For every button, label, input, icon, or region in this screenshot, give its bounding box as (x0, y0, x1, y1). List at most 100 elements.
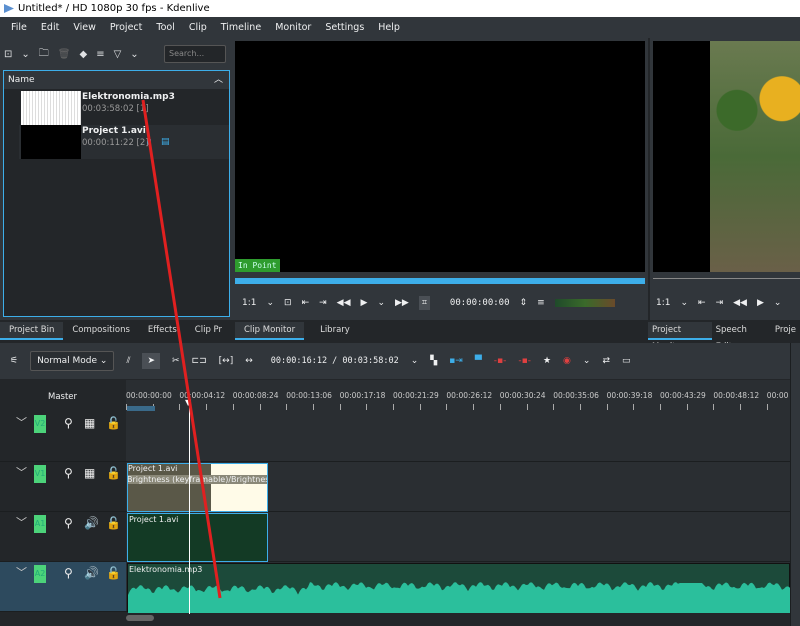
zoom-select[interactable]: 1:1 (242, 298, 256, 308)
menu-file[interactable]: File (11, 22, 27, 33)
effects-icon[interactable]: ⚲ (64, 516, 73, 530)
chevron-down-icon[interactable]: ⌄ (21, 49, 29, 60)
record-icon[interactable]: ◉ (563, 356, 571, 366)
set-out-icon[interactable]: ⇥ (319, 298, 327, 308)
overwrite-icon[interactable]: ▀ (475, 356, 482, 366)
film-icon[interactable]: ▦ (84, 416, 95, 430)
menu-project[interactable]: Project (110, 22, 143, 33)
collapse-icon[interactable]: ﹀ (16, 464, 27, 480)
v1-clip[interactable]: Project 1.avi Brightness (keyframable)/B… (127, 463, 268, 512)
lift-icon[interactable]: -▪- (494, 356, 507, 366)
mixer-icon[interactable]: ⇄ (602, 356, 610, 366)
track-settings-icon[interactable]: ⚟ (10, 356, 18, 366)
razor-icon[interactable]: ✂ (172, 356, 180, 366)
collapse-icon[interactable]: ﹀ (16, 564, 27, 580)
menu-clip[interactable]: Clip (189, 22, 207, 33)
collapse-icon[interactable]: ﹀ (16, 514, 27, 530)
effects-icon[interactable]: ⚲ (64, 566, 73, 580)
chevron-down-icon[interactable]: ⌄ (377, 298, 385, 308)
add-clip-icon[interactable]: ⊡ (4, 49, 12, 60)
panel-icon[interactable]: ▭ (622, 356, 631, 366)
search-input[interactable]: Search... (164, 45, 226, 63)
bin-item[interactable]: Project 1.avi 00:00:11:22 [2] ◖ ▤ (19, 125, 229, 159)
menu-timeline[interactable]: Timeline (221, 22, 261, 33)
tab-project-notes[interactable]: Proje (771, 322, 800, 340)
master-label[interactable]: Master (48, 392, 77, 402)
menu-help[interactable]: Help (378, 22, 400, 33)
lock-icon[interactable]: 🔓 (106, 466, 121, 480)
delete-icon[interactable]: 🗑 (58, 49, 71, 60)
ripple-icon[interactable]: [↔] (219, 356, 234, 366)
set-in-icon[interactable]: ⇤ (302, 298, 310, 308)
menu-view[interactable]: View (73, 22, 96, 33)
speaker-icon[interactable]: 🔊 (84, 516, 99, 530)
crop-icon[interactable]: ⌗ (418, 296, 430, 310)
insert-icon[interactable]: ▪⇥ (449, 356, 463, 366)
tab-project-bin[interactable]: Project Bin (0, 322, 64, 340)
tab-speech-editor[interactable]: Speech Editor (712, 322, 771, 352)
add-folder-icon[interactable]: 🗀 (39, 46, 49, 63)
project-seek-bar[interactable] (653, 278, 800, 284)
set-in-icon[interactable]: ⇤ (698, 298, 706, 308)
effects-icon[interactable]: ⚲ (64, 466, 73, 480)
chevron-down-icon[interactable]: ⌄ (583, 356, 591, 366)
playhead[interactable] (189, 400, 190, 614)
horizontal-scrollbar[interactable] (126, 615, 154, 621)
timeline-ruler[interactable]: 00:00:00:00 00:00:04:12 00:00:08:24 00:00:1… (126, 380, 795, 412)
track-header-a1[interactable]: ﹀ A1 ⚲ 🔊 🔓 (0, 512, 126, 562)
tab-project-monitor[interactable]: Project Monitor (648, 322, 712, 352)
list-icon[interactable]: ≡ (96, 49, 104, 60)
zoom-select[interactable]: 1:1 (656, 298, 670, 308)
razor-multi-icon[interactable]: ⫽ (126, 356, 130, 366)
tab-clip-properties[interactable]: Clip Pr (186, 322, 231, 340)
menu-icon[interactable]: ≡ (537, 298, 545, 308)
filter-icon[interactable]: ▽ (114, 49, 122, 60)
play-icon[interactable]: ▶ (361, 298, 368, 308)
tab-compositions[interactable]: Compositions (63, 322, 139, 340)
lock-icon[interactable]: 🔓 (106, 566, 121, 580)
chevron-down-icon[interactable]: ⌄ (266, 298, 274, 308)
lock-icon[interactable]: 🔓 (106, 416, 121, 430)
rewind-icon[interactable]: ◀◀ (337, 298, 351, 308)
speaker-icon[interactable]: 🔊 (84, 566, 99, 580)
menu-edit[interactable]: Edit (41, 22, 59, 33)
track-lane-v2[interactable] (126, 412, 790, 462)
slip-icon[interactable]: ↔ (245, 356, 253, 366)
track-header-a2[interactable]: ﹀ A2 ⚲ 🔊 🔓 (0, 562, 126, 612)
effects-icon[interactable]: ⚲ (64, 416, 73, 430)
chevron-down-icon[interactable]: ⌄ (411, 356, 419, 366)
forward-icon[interactable]: ▶▶ (395, 298, 409, 308)
tab-effects[interactable]: Effects (139, 322, 186, 340)
zone-bar[interactable] (127, 406, 155, 411)
track-header-v2[interactable]: ﹀ V2 ⚲ ▦ 🔓 (0, 412, 126, 462)
collapse-icon[interactable]: ﹀ (16, 414, 27, 430)
track-header-v1[interactable]: ﹀ V1 ⚲ ▦ 🔓 (0, 462, 126, 512)
extract-icon[interactable]: -▪- (518, 356, 531, 366)
lock-icon[interactable]: 🔓 (106, 516, 121, 530)
chevron-down-icon[interactable]: ⌄ (680, 298, 688, 308)
menu-settings[interactable]: Settings (325, 22, 364, 33)
chevron-down-icon[interactable]: ⌄ (774, 298, 782, 308)
a1-clip[interactable]: Project 1.avi (127, 513, 268, 562)
clip-seek-bar[interactable] (235, 278, 645, 284)
rewind-icon[interactable]: ◀◀ (733, 298, 747, 308)
tab-clip-monitor[interactable]: Clip Monitor (235, 322, 305, 340)
tag-icon[interactable]: ◆ (79, 49, 87, 60)
a2-clip[interactable]: Elektronomia.mp3 (127, 563, 791, 613)
film-icon[interactable]: ▦ (84, 466, 95, 480)
spacer-icon[interactable]: ⊏⊐ (192, 356, 207, 366)
spin-icon[interactable]: ⇕ (520, 298, 528, 308)
split-view-icon[interactable]: ▚ (430, 356, 437, 366)
play-icon[interactable]: ▶ (757, 298, 764, 308)
tab-library[interactable]: Library (304, 322, 366, 340)
playhead-marker-icon[interactable]: ▼ (185, 398, 191, 407)
timecode-field[interactable]: 00:00:00:00 (450, 298, 510, 308)
favorite-icon[interactable]: ★ (543, 356, 551, 366)
menu-tool[interactable]: Tool (156, 22, 174, 33)
chevron-up-icon[interactable]: ︿ (214, 71, 223, 89)
select-tool-icon[interactable]: ➤ (142, 353, 160, 369)
bin-item[interactable]: Elektronomia.mp3 00:03:58:02 [1] (19, 91, 229, 125)
set-out-icon[interactable]: ⇥ (716, 298, 724, 308)
edit-mode-select[interactable]: Normal Mode ⌄ (30, 351, 115, 371)
menu-monitor[interactable]: Monitor (275, 22, 311, 33)
